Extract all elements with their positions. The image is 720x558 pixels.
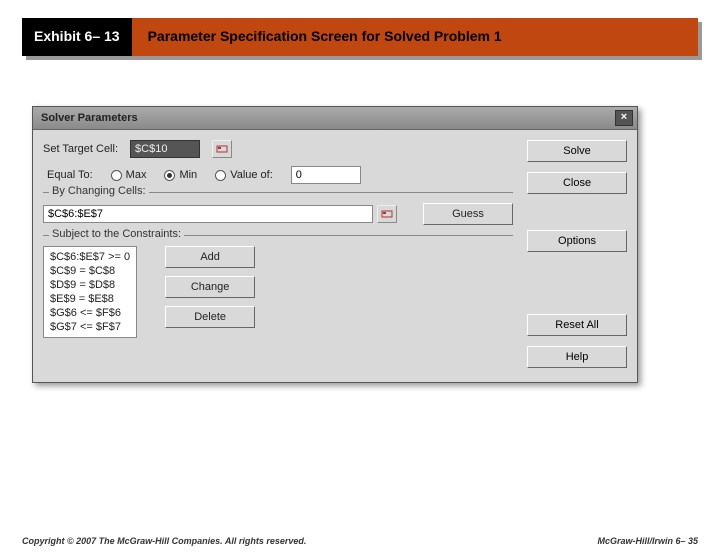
solve-button[interactable]: Solve	[527, 140, 627, 162]
help-button[interactable]: Help	[527, 346, 627, 368]
equal-to-label: Equal To:	[47, 169, 93, 181]
constraint-line[interactable]: $D$9 = $D$8	[50, 278, 130, 292]
page-number: McGraw-Hill/Irwin 6– 35	[597, 536, 698, 546]
constraint-line[interactable]: $G$6 <= $F$6	[50, 306, 130, 320]
radio-max[interactable]: Max	[111, 169, 147, 181]
refedit-icon[interactable]	[212, 140, 232, 158]
close-button[interactable]: Close	[527, 172, 627, 194]
radio-value-of[interactable]: Value of:	[215, 169, 273, 181]
guess-button[interactable]: Guess	[423, 203, 513, 225]
add-button[interactable]: Add	[165, 246, 255, 268]
options-button[interactable]: Options	[527, 230, 627, 252]
solver-parameters-dialog: Solver Parameters × Set Target Cell: Equ…	[32, 106, 638, 383]
copyright-text: Copyright © 2007 The McGraw-Hill Compani…	[22, 536, 306, 546]
reset-all-button[interactable]: Reset All	[527, 314, 627, 336]
refedit-icon[interactable]	[377, 205, 397, 223]
constraint-line[interactable]: $C$9 = $C$8	[50, 264, 130, 278]
exhibit-number: Exhibit 6– 13	[22, 18, 132, 56]
slide-footer: Copyright © 2007 The McGraw-Hill Compani…	[0, 536, 720, 546]
value-of-input[interactable]	[291, 166, 361, 184]
delete-button[interactable]: Delete	[165, 306, 255, 328]
changing-cells-group: By Changing Cells: Guess	[43, 192, 513, 225]
close-icon[interactable]: ×	[615, 110, 633, 126]
dialog-title: Solver Parameters	[41, 112, 138, 124]
change-button[interactable]: Change	[165, 276, 255, 298]
slide-header: Exhibit 6– 13 Parameter Specification Sc…	[22, 18, 698, 56]
constraint-line[interactable]: $G$7 <= $F$7	[50, 320, 130, 334]
target-cell-label: Set Target Cell:	[43, 143, 118, 155]
constraints-listbox[interactable]: $C$6:$E$7 >= 0$C$9 = $C$8$D$9 = $D$8$E$9…	[43, 246, 137, 338]
slide-title: Parameter Specification Screen for Solve…	[132, 18, 698, 56]
constraint-line[interactable]: $E$9 = $E$8	[50, 292, 130, 306]
target-cell-input[interactable]	[130, 140, 200, 158]
constraints-label: Subject to the Constraints:	[49, 228, 184, 240]
dialog-titlebar: Solver Parameters ×	[33, 107, 637, 130]
radio-min[interactable]: Min	[164, 169, 197, 181]
constraints-group: Subject to the Constraints: $C$6:$E$7 >=…	[43, 235, 513, 338]
changing-cells-label: By Changing Cells:	[49, 185, 149, 197]
constraint-line[interactable]: $C$6:$E$7 >= 0	[50, 250, 130, 264]
changing-cells-input[interactable]	[43, 205, 373, 223]
